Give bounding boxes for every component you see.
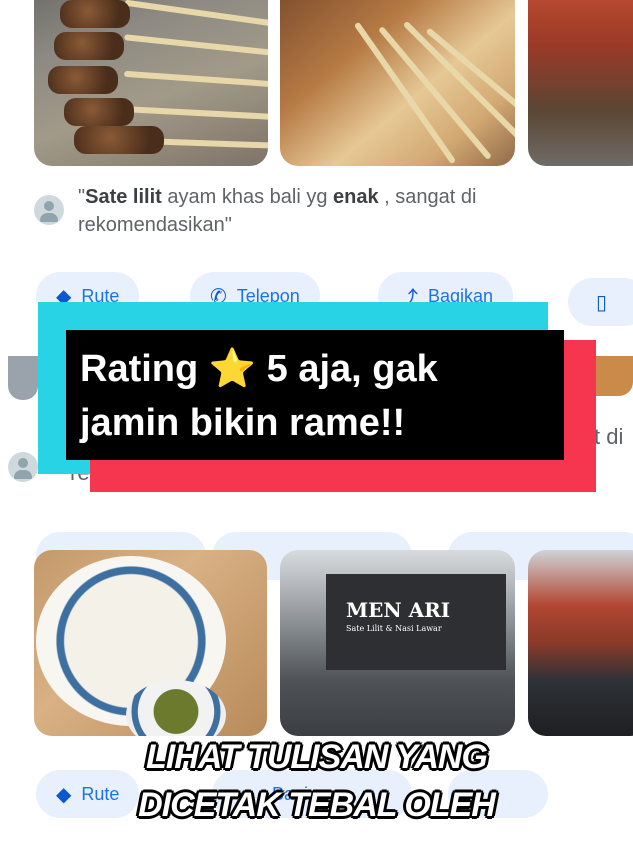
skewer bbox=[123, 106, 268, 120]
save-button[interactable]: ▯ bbox=[568, 278, 633, 326]
photo-restaurant-exterior[interactable] bbox=[528, 0, 633, 166]
bowl bbox=[126, 680, 226, 736]
skewer bbox=[123, 70, 268, 88]
caption-line-2: DICETAK TEBAL OLEH bbox=[138, 786, 496, 824]
review-text-peek-right: t di bbox=[594, 424, 624, 449]
photo-peek-left bbox=[8, 356, 38, 400]
skewer bbox=[124, 34, 268, 56]
overlay-headline: Rating ⭐ 5 aja, gak jamin bikin rame!! bbox=[66, 330, 564, 460]
sate-meat bbox=[74, 126, 164, 154]
photo-sate-lilit-2[interactable] bbox=[280, 0, 515, 166]
review-snippet[interactable]: "Sate lilit ayam khas bali yg enak , san… bbox=[34, 183, 594, 239]
skewer bbox=[425, 27, 515, 129]
skewer bbox=[124, 0, 268, 27]
sate-meat bbox=[48, 66, 118, 94]
photo-nasi-campur[interactable] bbox=[34, 550, 267, 736]
caption-line-1: LIHAT TULISAN YANG bbox=[146, 738, 488, 776]
sate-meat bbox=[54, 32, 124, 60]
bookmark-icon: ▯ bbox=[596, 291, 608, 314]
headline-line-1: Rating ⭐ 5 aja, gak bbox=[80, 348, 438, 390]
restaurant-sign: MEN ARI Sate Lilit & Nasi Lawar bbox=[326, 574, 506, 670]
sate-meat bbox=[64, 98, 134, 126]
reviewer-avatar-icon bbox=[8, 452, 38, 482]
photo-street-car[interactable] bbox=[528, 550, 633, 736]
sign-name: MEN ARI bbox=[346, 598, 451, 622]
reviewer-avatar-icon bbox=[34, 195, 64, 225]
review-text: "Sate lilit ayam khas bali yg enak , san… bbox=[78, 186, 477, 236]
photo-peek-right bbox=[596, 356, 633, 396]
sign-tagline: Sate Lilit & Nasi Lawar bbox=[346, 624, 442, 633]
sate-meat bbox=[60, 0, 130, 28]
photo-sate-lilit-1[interactable] bbox=[34, 0, 268, 166]
headline-line-2: jamin bikin rame!! bbox=[80, 402, 406, 444]
photo-men-ari-storefront[interactable]: MEN ARI Sate Lilit & Nasi Lawar bbox=[280, 550, 515, 736]
